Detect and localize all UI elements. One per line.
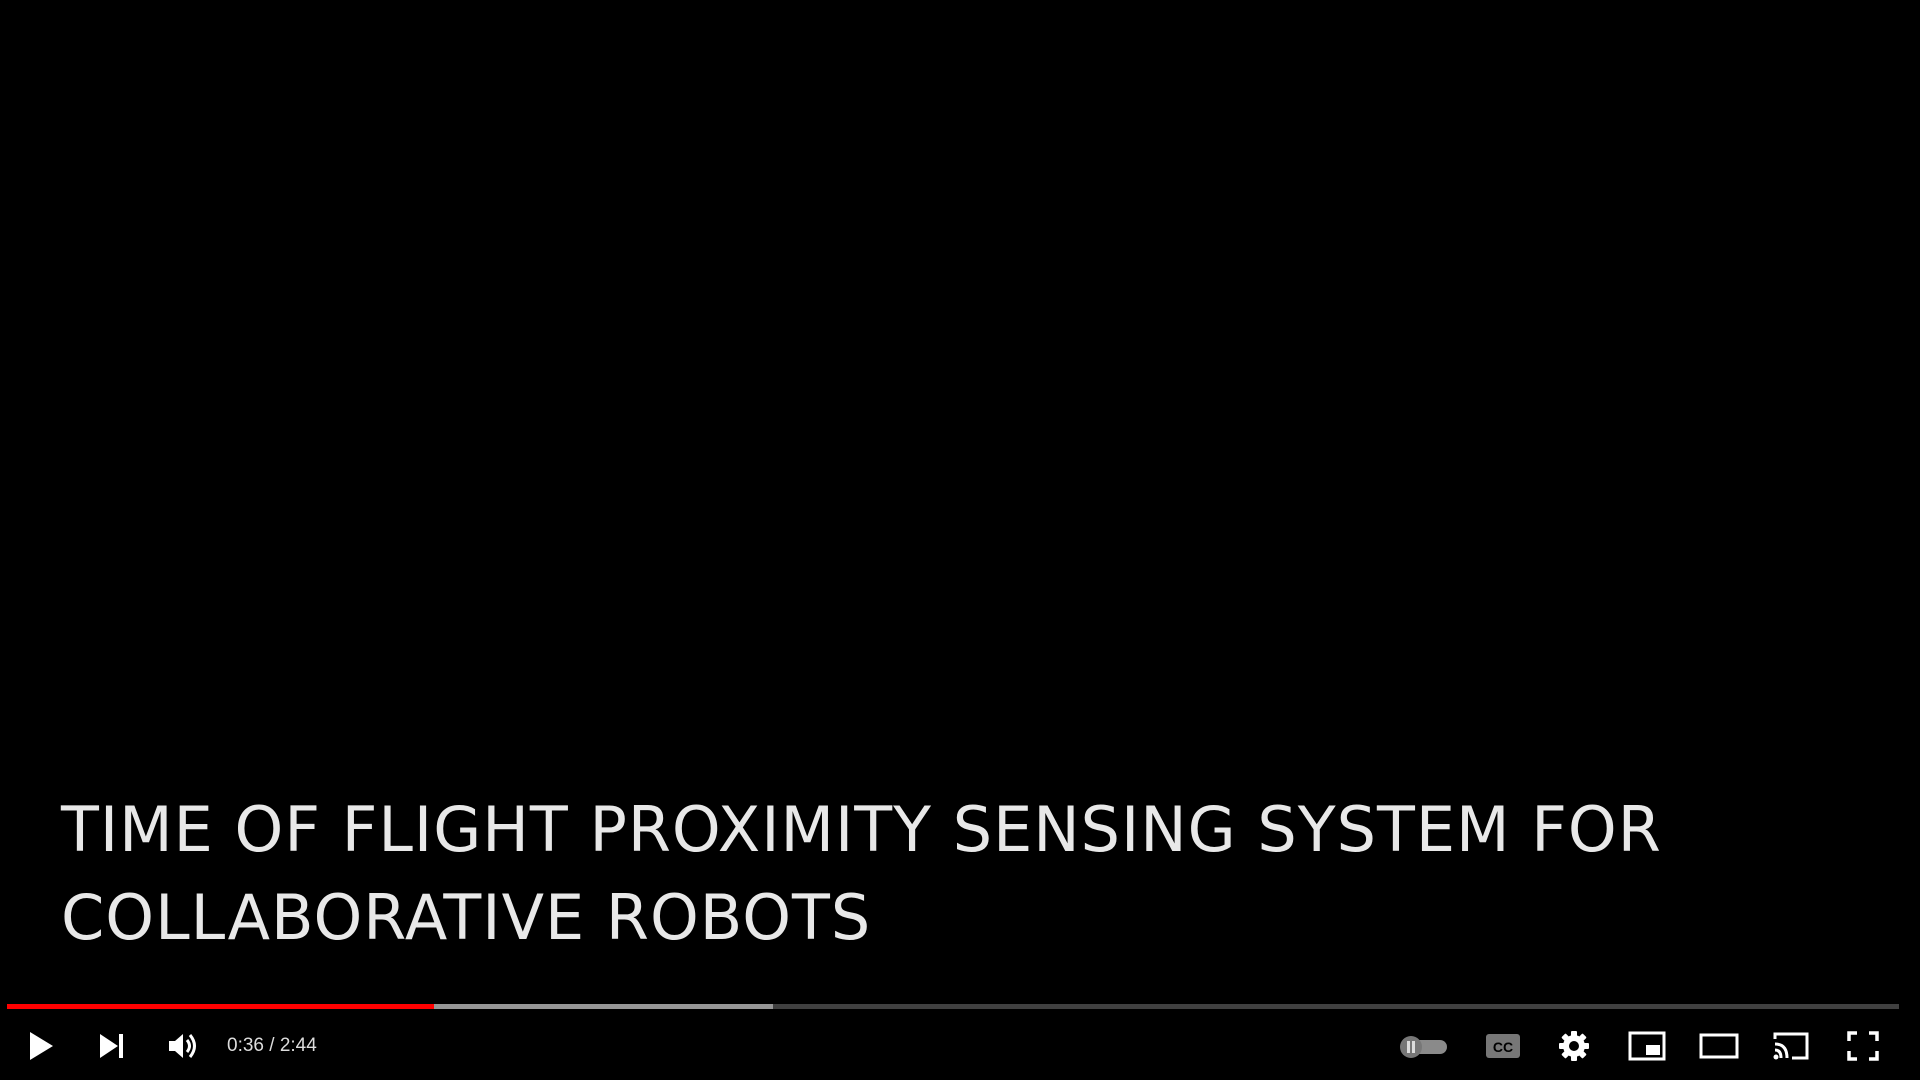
- svg-text:CC: CC: [1493, 1039, 1513, 1055]
- video-frame[interactable]: TIME OF FLIGHT PROXIMITY SENSING SYSTEM …: [0, 0, 1920, 1080]
- fullscreen-icon: [1847, 1031, 1879, 1061]
- autoplay-toggle[interactable]: [1396, 1020, 1450, 1072]
- subtitles-button[interactable]: CC: [1476, 1020, 1530, 1072]
- title-line-1: TIME OF FLIGHT PROXIMITY SENSING SYSTEM …: [61, 793, 1662, 866]
- volume-icon: [167, 1031, 199, 1061]
- miniplayer-button[interactable]: [1620, 1020, 1674, 1072]
- title-line-2: COLLABORATIVE ROBOTS: [61, 881, 872, 954]
- cast-icon: [1772, 1031, 1810, 1061]
- miniplayer-icon: [1628, 1031, 1666, 1061]
- settings-button[interactable]: [1547, 1020, 1601, 1072]
- cast-button[interactable]: [1764, 1020, 1818, 1072]
- theater-mode-icon: [1699, 1033, 1739, 1059]
- time-display: 0:36 / 2:44: [227, 1020, 317, 1072]
- video-title-card: TIME OF FLIGHT PROXIMITY SENSING SYSTEM …: [61, 786, 1821, 962]
- theater-mode-button[interactable]: [1692, 1020, 1746, 1072]
- current-time: 0:36: [227, 1035, 264, 1056]
- autoplay-toggle-icon: [1397, 1032, 1449, 1060]
- gear-icon: [1558, 1030, 1590, 1062]
- video-player[interactable]: TIME OF FLIGHT PROXIMITY SENSING SYSTEM …: [0, 0, 1920, 1080]
- mute-button[interactable]: [156, 1020, 210, 1072]
- progress-bar[interactable]: [7, 1004, 1899, 1009]
- duration: 2:44: [279, 1035, 317, 1056]
- progress-played: [7, 1004, 435, 1009]
- fullscreen-button[interactable]: [1836, 1020, 1890, 1072]
- control-bar: 0:36 / 2:44 CC: [0, 1020, 1920, 1072]
- captions-icon: CC: [1485, 1032, 1521, 1060]
- play-button[interactable]: [14, 1020, 68, 1072]
- next-icon: [98, 1032, 126, 1060]
- next-button[interactable]: [85, 1020, 139, 1072]
- play-icon: [28, 1031, 54, 1061]
- time-separator: /: [263, 1035, 280, 1056]
